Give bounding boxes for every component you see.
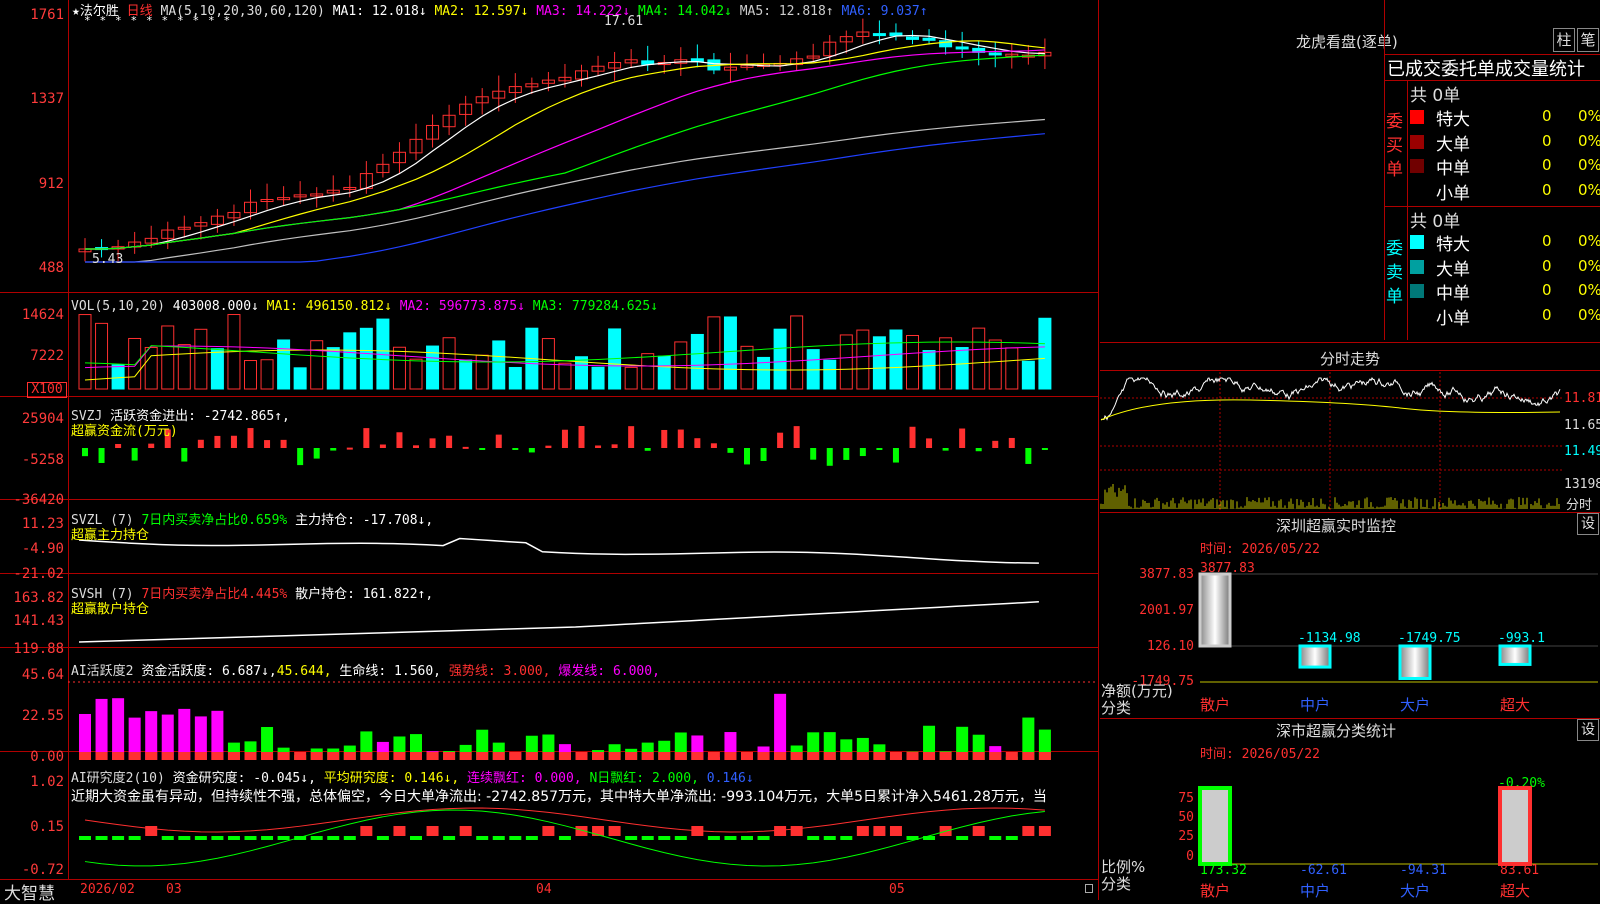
class-category-1: 中户 (1300, 882, 1330, 900)
class-bar-0 (1198, 786, 1232, 866)
class-category-2: 大户 (1400, 882, 1430, 900)
class-value-1: -62.61 (1300, 863, 1347, 878)
class-category-0: 散户 (1200, 882, 1230, 900)
class-value-2: -94.31 (1400, 863, 1447, 878)
class-category-3: 超大 (1500, 882, 1530, 900)
class-bar-3 (1498, 786, 1532, 866)
class-value-0: 173.32 (1200, 863, 1247, 878)
class-value-3: 83.61 (1500, 863, 1539, 878)
sz-class-chart: 173.32 散户 -62.61 中户 -94.31 大户 83.61 超大 (1198, 786, 1598, 900)
